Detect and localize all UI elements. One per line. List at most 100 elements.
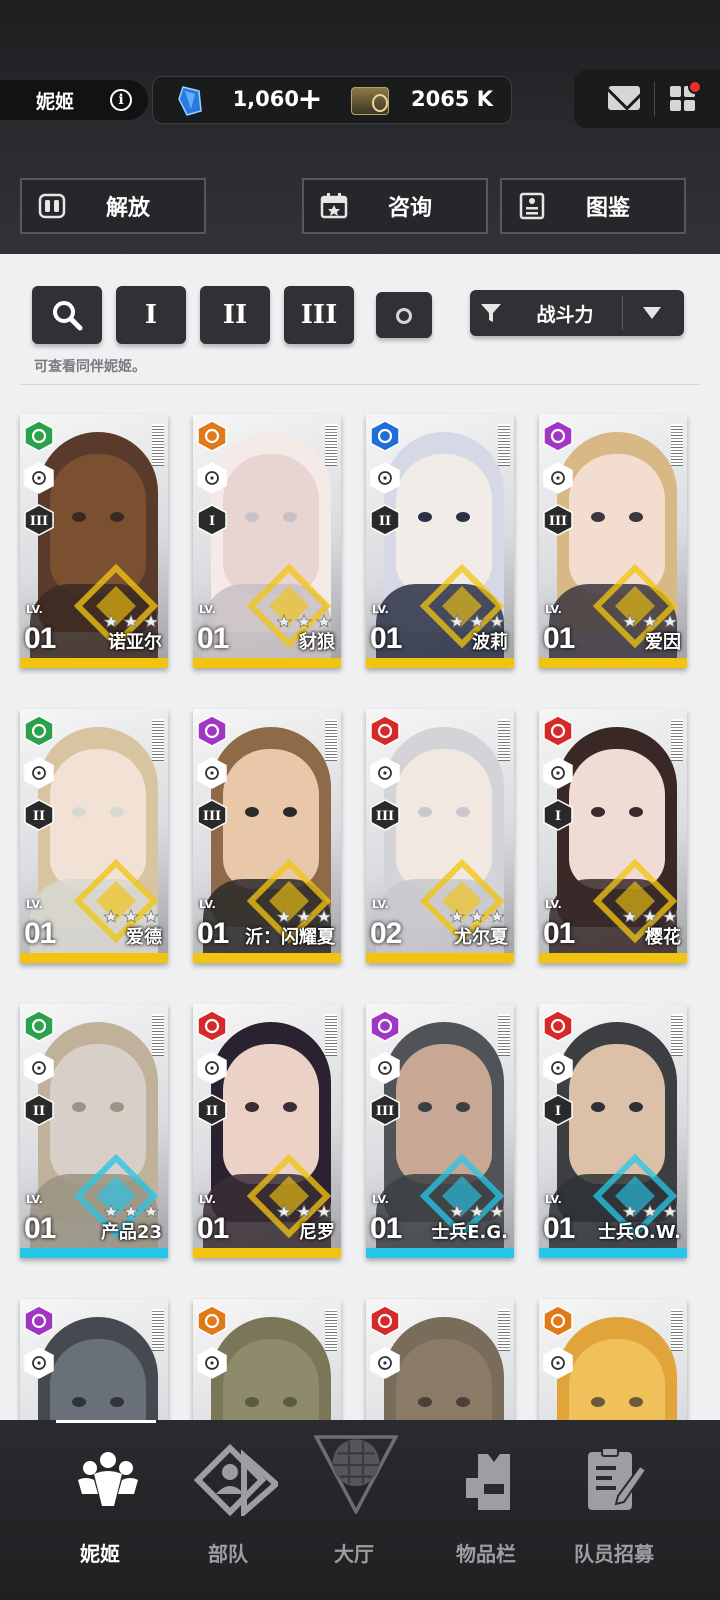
- nikke-card[interactable]: III LV. 01 沂：闪耀夏: [193, 709, 341, 963]
- nikke-card[interactable]: II LV. 01 爱德: [20, 709, 168, 963]
- filter-element-button[interactable]: [376, 292, 432, 338]
- nikke-card[interactable]: II LV. 01 波莉: [366, 414, 514, 668]
- burst-class-label: II: [33, 809, 45, 824]
- rarity-bar: [366, 658, 514, 668]
- nikke-card[interactable]: [193, 1299, 341, 1420]
- eye: [591, 1397, 605, 1407]
- mail-icon[interactable]: [608, 86, 640, 110]
- eye: [456, 807, 470, 817]
- barcode: [671, 1014, 683, 1056]
- currency-bar: 1,060 + 2065 K: [152, 76, 512, 124]
- level-value: 01: [543, 1212, 575, 1245]
- rarity-bar: [193, 953, 341, 963]
- character-portrait: [223, 1339, 319, 1420]
- sort-dropdown[interactable]: 战斗力: [470, 290, 684, 336]
- nikke-card[interactable]: I LV. 01 士兵O.W.: [539, 1004, 687, 1258]
- nikke-card[interactable]: III LV. 01 士兵E.G.: [366, 1004, 514, 1258]
- eye: [110, 512, 124, 522]
- notification-dot: [688, 80, 702, 94]
- sort-label: 战斗力: [536, 304, 594, 326]
- eye: [72, 1397, 86, 1407]
- element-electric-icon: [197, 715, 227, 747]
- eye: [418, 512, 432, 522]
- nav-squad[interactable]: 部队: [168, 1420, 288, 1600]
- element-electric-icon: [24, 1305, 54, 1337]
- eye: [245, 512, 259, 522]
- level-value: 01: [197, 1212, 229, 1245]
- nav-label: 大厅: [334, 1542, 374, 1566]
- element-wind-icon: [24, 420, 54, 452]
- barcode: [152, 424, 164, 466]
- credit-amount: 2065 K: [410, 87, 493, 111]
- eye: [283, 1102, 297, 1112]
- burst-class-label: II: [379, 514, 391, 529]
- element-iron-icon: [543, 1305, 573, 1337]
- consult-label: 咨询: [387, 196, 432, 221]
- nav-label: 队员招募: [574, 1542, 654, 1566]
- rarity-bar: [539, 1248, 687, 1258]
- star-rank-icon: [104, 1204, 160, 1218]
- character-name: 诺亚尔: [108, 632, 162, 653]
- weapon-icon: [197, 1052, 227, 1084]
- bottom-nav: 妮姬 部队 大厅 物品栏 队员招募: [0, 1420, 720, 1600]
- nikke-card[interactable]: I LV. 01 樱花: [539, 709, 687, 963]
- rarity-bar: [366, 953, 514, 963]
- star-rank-icon: [450, 614, 506, 628]
- level-label: LV.: [545, 1193, 562, 1206]
- add-gems-button[interactable]: +: [293, 83, 327, 117]
- nav-lobby[interactable]: 大厅: [294, 1420, 414, 1600]
- nikke-card[interactable]: II LV. 01 尼罗: [193, 1004, 341, 1258]
- eye: [629, 1102, 643, 1112]
- nikke-card[interactable]: [366, 1299, 514, 1420]
- nav-inventory[interactable]: 物品栏: [426, 1420, 546, 1600]
- barcode: [325, 719, 337, 761]
- badge-column: II: [197, 1010, 229, 1136]
- inventory-icon: [466, 1454, 510, 1510]
- nikke-title-pill: 妮姬 i: [0, 80, 148, 120]
- barcode: [498, 424, 510, 466]
- codex-button[interactable]: 图鉴: [500, 178, 686, 234]
- eye: [418, 1397, 432, 1407]
- consult-button[interactable]: 咨询: [302, 178, 488, 234]
- level-value: 01: [370, 622, 402, 655]
- element-iron-icon: [197, 420, 227, 452]
- nikke-card[interactable]: III LV. 01 爱因: [539, 414, 687, 668]
- barcode: [671, 1309, 683, 1351]
- rarity-bar: [20, 953, 168, 963]
- eye: [591, 807, 605, 817]
- unlock-button[interactable]: 解放: [20, 178, 206, 234]
- nikke-card[interactable]: III LV. 02 尤尔夏: [366, 709, 514, 963]
- nikke-card[interactable]: I LV. 01 豺狼: [193, 414, 341, 668]
- info-icon[interactable]: i: [110, 89, 132, 111]
- element-fire-icon: [370, 715, 400, 747]
- search-button[interactable]: [32, 286, 102, 344]
- element-water-icon: [370, 420, 400, 452]
- barcode: [671, 424, 683, 466]
- nav-nikke[interactable]: 妮姬: [40, 1420, 160, 1600]
- eye: [283, 512, 297, 522]
- nav-recruit[interactable]: 队员招募: [544, 1420, 684, 1600]
- eye: [456, 512, 470, 522]
- nikke-card[interactable]: [539, 1299, 687, 1420]
- character-portrait: [396, 1339, 492, 1420]
- filter-class-3[interactable]: III: [284, 286, 354, 344]
- nikke-card[interactable]: III LV. 01 诺亚尔: [20, 414, 168, 668]
- star-rank-icon: [104, 909, 160, 923]
- burst-class-icon: I: [197, 504, 227, 536]
- badge-column: III: [197, 715, 229, 841]
- nikke-card[interactable]: [20, 1299, 168, 1420]
- burst-class-icon: III: [197, 799, 227, 831]
- weapon-icon: [370, 1052, 400, 1084]
- badge-column: II: [370, 420, 402, 546]
- nikke-card[interactable]: II LV. 01 产品23: [20, 1004, 168, 1258]
- element-electric-icon: [543, 420, 573, 452]
- character-name: 尼罗: [299, 1222, 335, 1243]
- level-label: LV.: [26, 1193, 43, 1206]
- character-portrait: [569, 1339, 665, 1420]
- filter-class-2[interactable]: II: [200, 286, 270, 344]
- filter-class-1[interactable]: I: [116, 286, 186, 344]
- eye: [283, 1397, 297, 1407]
- star-rank-icon: [277, 909, 333, 923]
- burst-class-label: III: [30, 514, 48, 529]
- level-label: LV.: [545, 898, 562, 911]
